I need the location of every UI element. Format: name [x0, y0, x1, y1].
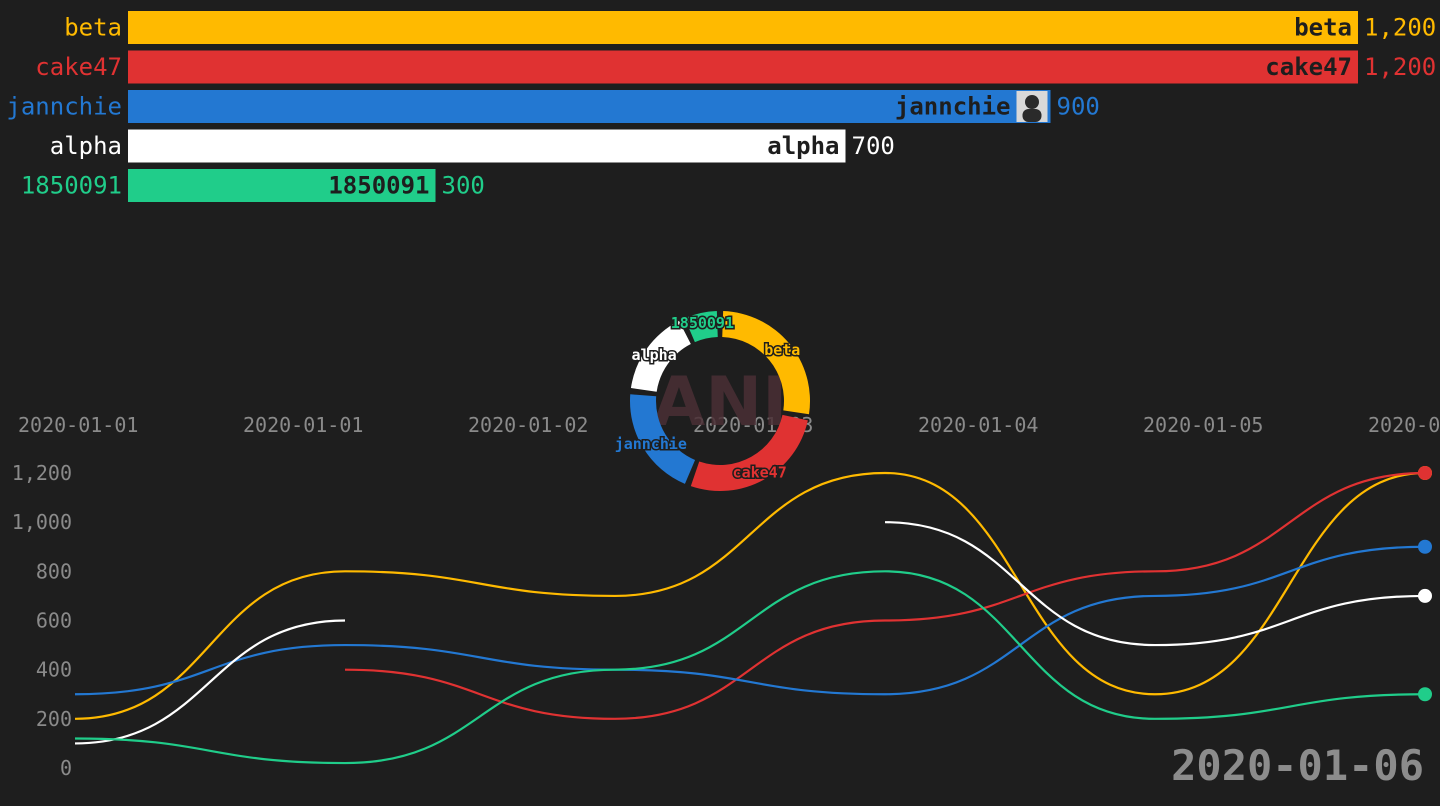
bar-inner-label: alpha	[767, 132, 839, 160]
series-line-1850091	[74, 570, 1426, 765]
x-tick-label: 2020-0	[1368, 413, 1440, 437]
bar-value-label: 300	[442, 172, 485, 200]
bar-category-label: 1850091	[21, 172, 122, 200]
bar-value-label: 900	[1057, 93, 1100, 121]
donut-slice-label: cake47	[733, 464, 787, 482]
bar-value-label: 1,200	[1364, 14, 1436, 42]
x-tick-label: 2020-01-04	[918, 413, 1038, 437]
series-line-alpha	[74, 619, 346, 745]
current-date-label: 2020-01-06	[1171, 741, 1424, 790]
y-tick-label: 400	[36, 658, 72, 682]
donut-watermark: ANI	[653, 363, 788, 442]
bar-inner-label: beta	[1294, 14, 1352, 42]
y-tick-label: 200	[36, 707, 72, 731]
series-line-cake47	[344, 471, 1426, 720]
bar-value-label: 700	[852, 132, 895, 160]
donut-chart: ANI beta cake47 jannchie alpha 1850091	[613, 311, 810, 491]
bar-inner-label: 1850091	[328, 172, 429, 200]
bar-category-label: beta	[64, 14, 122, 42]
series-endpoint-cake47	[1418, 466, 1432, 480]
bar-category-label: alpha	[50, 132, 122, 160]
y-tick-label: 1,000	[12, 510, 72, 534]
series-endpoint-jannchie	[1418, 539, 1432, 554]
series-endpoint-1850091	[1418, 687, 1432, 702]
bar-category-label: jannchie	[6, 93, 122, 121]
x-tick-label: 2020-01-05	[1143, 413, 1263, 437]
y-tick-label: 0	[60, 756, 72, 780]
series-line-alpha	[884, 521, 1426, 647]
chart-canvas: beta beta 1,200 cake47 cake47 1,200 jannchie ja…	[6, 11, 1440, 790]
donut-slice-label: alpha	[632, 346, 677, 364]
y-tick-label: 600	[36, 609, 72, 633]
donut-slice-label: 1850091	[671, 314, 734, 332]
y-tick-label: 800	[36, 559, 72, 583]
bar-race-chart: beta beta 1,200 cake47 cake47 1,200 jannchie ja…	[6, 11, 1436, 202]
x-tick-label: 2020-01-02	[468, 413, 588, 437]
series-endpoint-alpha	[1418, 588, 1432, 603]
bar-inner-label: jannchie	[895, 93, 1011, 121]
bar-value-label: 1,200	[1364, 53, 1436, 81]
y-tick-label: 1,200	[12, 461, 72, 485]
avatar	[1016, 91, 1048, 122]
bar-beta	[128, 11, 1358, 44]
x-tick-label: 2020-01-01	[18, 413, 138, 437]
bar-inner-label: cake47	[1265, 53, 1352, 81]
donut-slice-label: jannchie	[615, 435, 687, 453]
donut-slice-label: beta	[764, 341, 800, 359]
bar-category-label: cake47	[35, 53, 122, 81]
bar-cake47	[128, 50, 1358, 84]
bar-alpha	[128, 129, 846, 163]
x-tick-label: 2020-01-01	[243, 413, 363, 437]
